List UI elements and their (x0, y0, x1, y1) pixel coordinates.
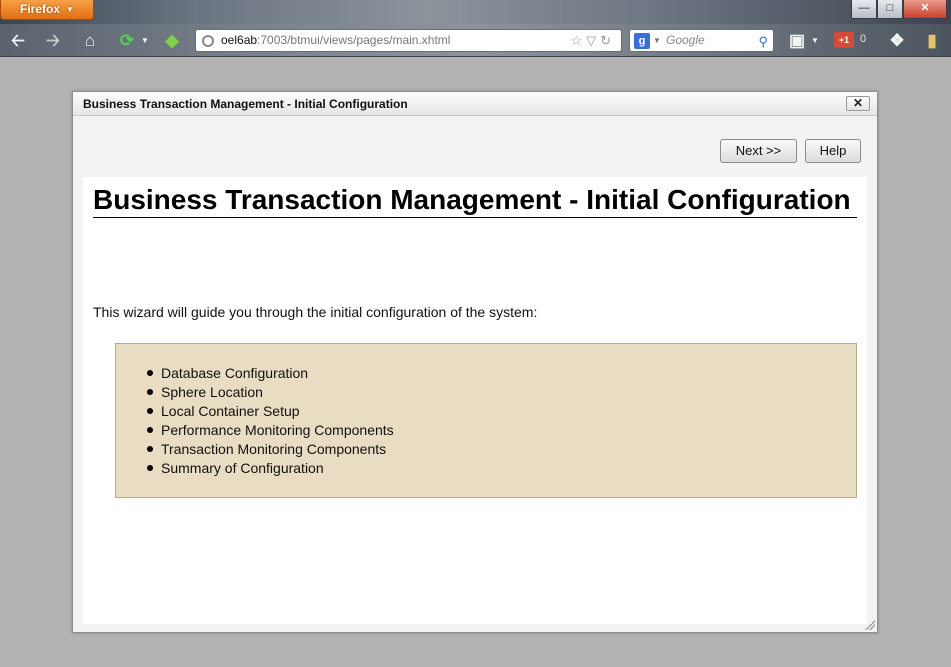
chevron-down-icon[interactable]: ▼ (134, 30, 156, 52)
dialog-header: Business Transaction Management - Initia… (73, 92, 877, 116)
search-placeholder: Google (666, 33, 705, 47)
search-icon[interactable]: ⚲ (758, 31, 768, 52)
wizard-content: Business Transaction Management - Initia… (83, 177, 867, 624)
browser-titlebar: Firefox ▼ — □ ✕ (0, 0, 951, 24)
step-label: Transaction Monitoring Components (161, 441, 387, 457)
steps-list: Database Configuration Sphere Location L… (145, 364, 394, 478)
address-bar[interactable]: oel6ab:7003/btmui/views/pages/main.xhtml… (195, 29, 622, 52)
page-title: Business Transaction Management - Initia… (93, 182, 857, 218)
addon-icon[interactable]: ◆ (161, 30, 183, 52)
maximize-button[interactable]: □ (877, 0, 903, 19)
firefox-menu-button[interactable]: Firefox ▼ (0, 0, 94, 20)
bookmark-star-icon[interactable]: ☆ (570, 33, 586, 48)
extension-icon[interactable]: ❖ (886, 30, 908, 52)
site-identity-icon[interactable] (202, 35, 214, 47)
bookmarks-sidebar-icon[interactable]: ▮ (921, 30, 943, 52)
url-host: oel6ab (221, 33, 258, 47)
list-item: Local Container Setup (145, 402, 394, 421)
url-bar-actions: ☆▽↻ (570, 30, 615, 51)
bullet-icon (147, 427, 153, 433)
chevron-down-icon[interactable]: ▼ (804, 30, 826, 52)
intro-text: This wizard will guide you through the i… (93, 304, 538, 320)
dialog-close-button[interactable]: ✕ (846, 96, 870, 111)
steps-panel: Database Configuration Sphere Location L… (115, 343, 857, 498)
list-item: Sphere Location (145, 383, 394, 402)
close-window-button[interactable]: ✕ (903, 0, 947, 19)
chevron-down-icon: ▼ (66, 5, 74, 14)
step-label: Local Container Setup (161, 403, 300, 419)
google-icon[interactable]: g (634, 33, 650, 49)
list-item: Database Configuration (145, 364, 394, 383)
navigation-toolbar: 🡠 🡢 ⌂ ⟳ ▼ ◆ oel6ab:7003/btmui/views/page… (0, 24, 951, 57)
minimize-button[interactable]: — (851, 0, 877, 19)
bullet-icon (147, 408, 153, 414)
home-icon[interactable]: ⌂ (79, 30, 101, 52)
search-input[interactable]: g ▼ Google ⚲ (629, 29, 774, 52)
google-plus-count: 0 (860, 33, 867, 45)
url-path: :7003/btmui/views/pages/main.xhtml (257, 33, 451, 47)
bullet-icon (147, 465, 153, 471)
list-item: Summary of Configuration (145, 459, 394, 478)
bullet-icon (147, 446, 153, 452)
list-item: Performance Monitoring Components (145, 421, 394, 440)
window-controls: — □ ✕ (851, 0, 947, 19)
step-label: Database Configuration (161, 365, 309, 381)
step-label: Sphere Location (161, 384, 263, 400)
dialog-title: Business Transaction Management - Initia… (83, 97, 408, 111)
help-button[interactable]: Help (805, 139, 861, 163)
next-button[interactable]: Next >> (720, 139, 797, 163)
step-label: Summary of Configuration (161, 460, 324, 476)
chevron-down-icon[interactable]: ▽ (586, 33, 600, 48)
step-label: Performance Monitoring Components (161, 422, 394, 438)
reload-icon[interactable]: ↻ (600, 33, 615, 48)
bullet-icon (147, 370, 153, 376)
configuration-dialog: Business Transaction Management - Initia… (72, 91, 878, 633)
chevron-down-icon[interactable]: ▼ (653, 30, 661, 51)
resize-grip-icon[interactable] (865, 620, 875, 630)
back-icon[interactable]: 🡠 (7, 30, 29, 52)
forward-icon[interactable]: 🡢 (42, 30, 64, 52)
bullet-icon (147, 389, 153, 395)
list-item: Transaction Monitoring Components (145, 440, 394, 459)
firefox-menu-label: Firefox (20, 2, 61, 16)
google-plus-one-button[interactable]: +1 (834, 32, 854, 48)
